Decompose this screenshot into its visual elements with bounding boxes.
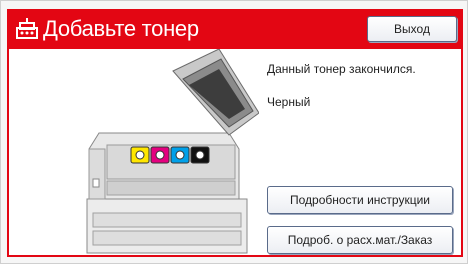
toner-color-label: Черный xyxy=(267,95,311,109)
toner-black xyxy=(190,146,210,164)
toner-cyan xyxy=(170,146,190,164)
content-panel: Данный тонер закончился. Черный Подробно… xyxy=(7,49,463,257)
exit-button[interactable]: Выход xyxy=(367,16,457,42)
instructions-button[interactable]: Подробности инструкции xyxy=(267,186,453,214)
toner-alert-icon xyxy=(16,18,38,39)
status-message: Данный тонер закончился. xyxy=(267,62,416,76)
toner-yellow xyxy=(130,146,150,164)
toner-screen: Добавьте тонер Выход Данный тонер законч… xyxy=(0,0,468,264)
supplies-order-button[interactable]: Подроб. о расх.мат./Заказ xyxy=(267,226,453,254)
printer-illustration xyxy=(86,49,259,254)
title-bar: Добавьте тонер Выход xyxy=(7,9,463,49)
page-title: Добавьте тонер xyxy=(43,16,199,41)
toner-magenta xyxy=(150,146,170,164)
